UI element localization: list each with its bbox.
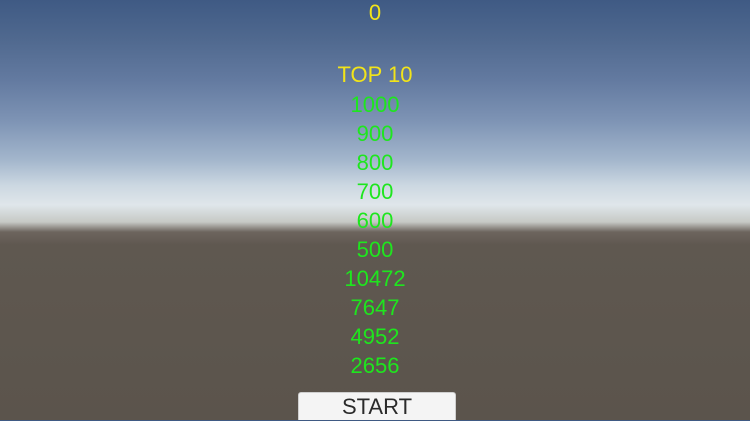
- start-button[interactable]: START: [298, 392, 456, 420]
- leaderboard-entry-6: 500: [356, 237, 394, 262]
- leaderboard-entry-9: 4952: [350, 324, 400, 349]
- leaderboard-entry-7: 10472: [344, 266, 406, 291]
- leaderboard-entry-3: 800: [356, 150, 394, 175]
- leaderboard-entry-2: 900: [356, 121, 394, 146]
- leaderboard-entry-4: 700: [356, 179, 394, 204]
- leaderboard-title: TOP 10: [337, 62, 413, 87]
- leaderboard-entry-5: 600: [356, 208, 394, 233]
- leaderboard-entry-10: 2656: [350, 353, 400, 378]
- leaderboard-list: 1000 900 800 700 600 500 10472 7647 4952…: [0, 90, 750, 380]
- current-score: 0: [368, 0, 382, 25]
- leaderboard-entry-8: 7647: [350, 295, 400, 320]
- leaderboard-entry-1: 1000: [350, 92, 400, 117]
